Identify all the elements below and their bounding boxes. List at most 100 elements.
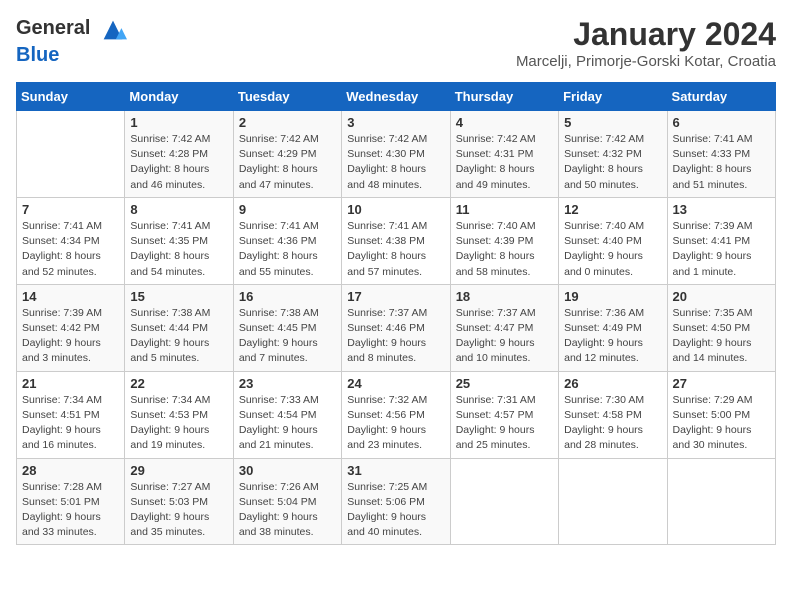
calendar-cell: 17 Sunrise: 7:37 AMSunset: 4:46 PMDayligh… bbox=[342, 284, 450, 371]
calendar-cell bbox=[17, 111, 125, 198]
day-number: 15 bbox=[130, 289, 227, 304]
day-info: Sunrise: 7:41 AMSunset: 4:35 PMDaylight:… bbox=[130, 219, 227, 280]
day-number: 6 bbox=[673, 115, 770, 130]
day-number: 20 bbox=[673, 289, 770, 304]
calendar-cell: 28Sunrise: 7:28 AMSunset: 5:01 PMDayligh… bbox=[17, 458, 125, 545]
day-number: 18 bbox=[456, 289, 553, 304]
day-info: Sunrise: 7:32 AMSunset: 4:56 PMDaylight:… bbox=[347, 393, 444, 454]
calendar-cell: 7 Sunrise: 7:41 AMSunset: 4:34 PMDaylight… bbox=[17, 197, 125, 284]
day-number: 14 bbox=[22, 289, 119, 304]
day-number: 26 bbox=[564, 376, 661, 391]
day-info: Sunrise: 7:42 AMSunset: 4:28 PMDaylight:… bbox=[130, 132, 227, 193]
calendar-cell: 21Sunrise: 7:34 AMSunset: 4:51 PMDayligh… bbox=[17, 371, 125, 458]
column-header-tuesday: Tuesday bbox=[233, 83, 341, 111]
column-header-wednesday: Wednesday bbox=[342, 83, 450, 111]
column-header-sunday: Sunday bbox=[17, 83, 125, 111]
calendar-cell: 18Sunrise: 7:37 AMSunset: 4:47 PMDayligh… bbox=[450, 284, 558, 371]
day-info: Sunrise: 7:37 AMSunset: 4:46 PMDaylight:… bbox=[347, 306, 444, 367]
day-info: Sunrise: 7:38 AMSunset: 4:45 PMDaylight:… bbox=[239, 306, 336, 367]
calendar-cell: 22 Sunrise: 7:34 AMSunset: 4:53 PMDayligh… bbox=[125, 371, 233, 458]
day-info: Sunrise: 7:39 AMSunset: 4:41 PMDaylight:… bbox=[673, 219, 770, 280]
day-number: 7 bbox=[22, 202, 119, 217]
week-row-2: 7 Sunrise: 7:41 AMSunset: 4:34 PMDaylight… bbox=[17, 197, 776, 284]
day-info: Sunrise: 7:42 AMSunset: 4:31 PMDaylight:… bbox=[456, 132, 553, 193]
day-number: 16 bbox=[239, 289, 336, 304]
day-info: Sunrise: 7:34 AMSunset: 4:51 PMDaylight:… bbox=[22, 393, 119, 454]
day-number: 19 bbox=[564, 289, 661, 304]
day-number: 13 bbox=[673, 202, 770, 217]
day-number: 17 bbox=[347, 289, 444, 304]
day-number: 3 bbox=[347, 115, 444, 130]
day-number: 10 bbox=[347, 202, 444, 217]
title-section: January 2024 Marcelji, Primorje-Gorski K… bbox=[516, 16, 776, 70]
day-number: 2 bbox=[239, 115, 336, 130]
day-info: Sunrise: 7:33 AMSunset: 4:54 PMDaylight:… bbox=[239, 393, 336, 454]
day-number: 30 bbox=[239, 463, 336, 478]
calendar-cell: 26Sunrise: 7:30 AMSunset: 4:58 PMDayligh… bbox=[559, 371, 667, 458]
calendar-cell: 29 Sunrise: 7:27 AMSunset: 5:03 PMDayligh… bbox=[125, 458, 233, 545]
calendar-cell: 25Sunrise: 7:31 AMSunset: 4:57 PMDayligh… bbox=[450, 371, 558, 458]
calendar-cell: 12 Sunrise: 7:40 AMSunset: 4:40 PMDayligh… bbox=[559, 197, 667, 284]
calendar-cell: 31 Sunrise: 7:25 AMSunset: 5:06 PMDayligh… bbox=[342, 458, 450, 545]
calendar-cell: 16 Sunrise: 7:38 AMSunset: 4:45 PMDayligh… bbox=[233, 284, 341, 371]
week-row-3: 14Sunrise: 7:39 AMSunset: 4:42 PMDayligh… bbox=[17, 284, 776, 371]
day-number: 8 bbox=[130, 202, 227, 217]
day-info: Sunrise: 7:36 AMSunset: 4:49 PMDaylight:… bbox=[564, 306, 661, 367]
day-number: 29 bbox=[130, 463, 227, 478]
calendar-cell: 4Sunrise: 7:42 AMSunset: 4:31 PMDaylight… bbox=[450, 111, 558, 198]
day-info: Sunrise: 7:27 AMSunset: 5:03 PMDaylight:… bbox=[130, 480, 227, 541]
column-header-friday: Friday bbox=[559, 83, 667, 111]
column-header-thursday: Thursday bbox=[450, 83, 558, 111]
calendar-cell: 2 Sunrise: 7:42 AMSunset: 4:29 PMDaylight… bbox=[233, 111, 341, 198]
day-info: Sunrise: 7:26 AMSunset: 5:04 PMDaylight:… bbox=[239, 480, 336, 541]
calendar-cell: 11Sunrise: 7:40 AMSunset: 4:39 PMDayligh… bbox=[450, 197, 558, 284]
logo-blue: Blue bbox=[16, 44, 59, 66]
day-number: 5 bbox=[564, 115, 661, 130]
day-number: 12 bbox=[564, 202, 661, 217]
day-number: 23 bbox=[239, 376, 336, 391]
day-number: 24 bbox=[347, 376, 444, 391]
calendar-cell: 10Sunrise: 7:41 AMSunset: 4:38 PMDayligh… bbox=[342, 197, 450, 284]
day-number: 9 bbox=[239, 202, 336, 217]
logo-icon bbox=[99, 16, 127, 44]
calendar-cell: 5Sunrise: 7:42 AMSunset: 4:32 PMDaylight… bbox=[559, 111, 667, 198]
calendar-cell: 19 Sunrise: 7:36 AMSunset: 4:49 PMDayligh… bbox=[559, 284, 667, 371]
day-info: Sunrise: 7:29 AMSunset: 5:00 PMDaylight:… bbox=[673, 393, 770, 454]
day-info: Sunrise: 7:41 AMSunset: 4:33 PMDaylight:… bbox=[673, 132, 770, 193]
calendar-cell: 24 Sunrise: 7:32 AMSunset: 4:56 PMDayligh… bbox=[342, 371, 450, 458]
day-number: 27 bbox=[673, 376, 770, 391]
week-row-4: 21Sunrise: 7:34 AMSunset: 4:51 PMDayligh… bbox=[17, 371, 776, 458]
day-info: Sunrise: 7:42 AMSunset: 4:30 PMDaylight:… bbox=[347, 132, 444, 193]
logo-text: General Blue bbox=[16, 16, 127, 67]
day-number: 22 bbox=[130, 376, 227, 391]
calendar-cell bbox=[450, 458, 558, 545]
calendar-cell: 1Sunrise: 7:42 AMSunset: 4:28 PMDaylight… bbox=[125, 111, 233, 198]
calendar-cell: 3 Sunrise: 7:42 AMSunset: 4:30 PMDaylight… bbox=[342, 111, 450, 198]
calendar-cell: 6 Sunrise: 7:41 AMSunset: 4:33 PMDaylight… bbox=[667, 111, 775, 198]
day-info: Sunrise: 7:25 AMSunset: 5:06 PMDaylight:… bbox=[347, 480, 444, 541]
day-info: Sunrise: 7:34 AMSunset: 4:53 PMDaylight:… bbox=[130, 393, 227, 454]
location: Marcelji, Primorje-Gorski Kotar, Croatia bbox=[516, 53, 776, 70]
day-number: 25 bbox=[456, 376, 553, 391]
day-info: Sunrise: 7:41 AMSunset: 4:34 PMDaylight:… bbox=[22, 219, 119, 280]
day-info: Sunrise: 7:38 AMSunset: 4:44 PMDaylight:… bbox=[130, 306, 227, 367]
day-number: 31 bbox=[347, 463, 444, 478]
calendar-cell: 14Sunrise: 7:39 AMSunset: 4:42 PMDayligh… bbox=[17, 284, 125, 371]
calendar-cell bbox=[559, 458, 667, 545]
column-header-monday: Monday bbox=[125, 83, 233, 111]
calendar-cell: 13 Sunrise: 7:39 AMSunset: 4:41 PMDayligh… bbox=[667, 197, 775, 284]
day-info: Sunrise: 7:35 AMSunset: 4:50 PMDaylight:… bbox=[673, 306, 770, 367]
header-row: SundayMondayTuesdayWednesdayThursdayFrid… bbox=[17, 83, 776, 111]
day-info: Sunrise: 7:42 AMSunset: 4:29 PMDaylight:… bbox=[239, 132, 336, 193]
calendar-cell: 27 Sunrise: 7:29 AMSunset: 5:00 PMDayligh… bbox=[667, 371, 775, 458]
calendar-cell: 23 Sunrise: 7:33 AMSunset: 4:54 PMDayligh… bbox=[233, 371, 341, 458]
logo: General Blue bbox=[16, 16, 127, 67]
calendar-cell: 9Sunrise: 7:41 AMSunset: 4:36 PMDaylight… bbox=[233, 197, 341, 284]
week-row-1: 1Sunrise: 7:42 AMSunset: 4:28 PMDaylight… bbox=[17, 111, 776, 198]
day-info: Sunrise: 7:40 AMSunset: 4:40 PMDaylight:… bbox=[564, 219, 661, 280]
calendar-cell: 15 Sunrise: 7:38 AMSunset: 4:44 PMDayligh… bbox=[125, 284, 233, 371]
logo-general: General bbox=[16, 17, 90, 39]
calendar-table: SundayMondayTuesdayWednesdayThursdayFrid… bbox=[16, 82, 776, 545]
day-info: Sunrise: 7:28 AMSunset: 5:01 PMDaylight:… bbox=[22, 480, 119, 541]
column-header-saturday: Saturday bbox=[667, 83, 775, 111]
